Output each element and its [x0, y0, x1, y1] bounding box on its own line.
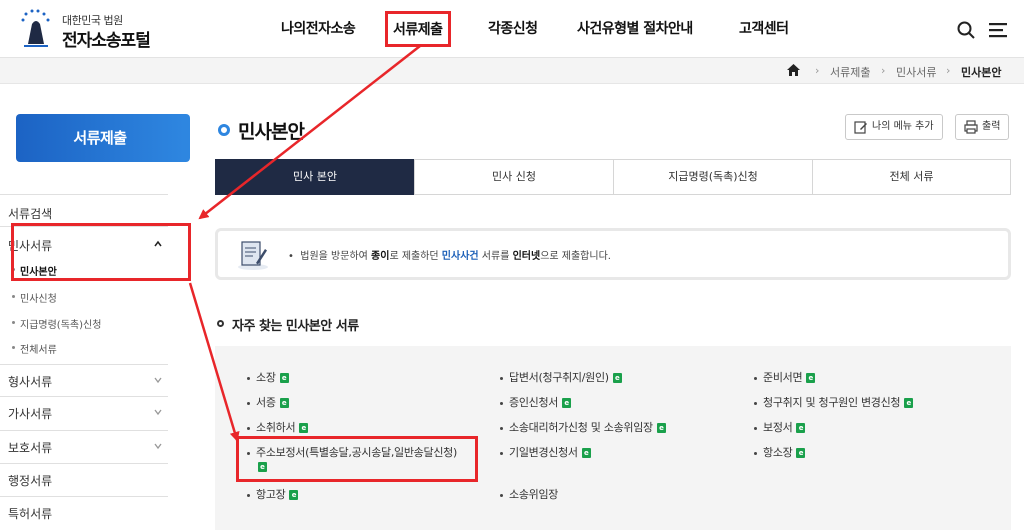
document-link[interactable]: 항고장 e	[247, 486, 299, 502]
document-link[interactable]: 소취하서 e	[247, 419, 309, 435]
tab-civil-application[interactable]: 민사 신청	[414, 159, 614, 195]
notice-box: • 법원을 방문하여 종이로 제출하던 민사사건 서류를 인터넷으로 제출합니다…	[215, 228, 1011, 280]
chevron-down-icon	[154, 409, 162, 416]
sidebar-subitem-civil-application[interactable]: 민사신청	[0, 289, 168, 311]
document-link[interactable]: 증인신청서 e	[500, 394, 572, 410]
e-document-icon: e	[289, 490, 299, 500]
breadcrumb-document-submission[interactable]: 서류제출	[830, 64, 870, 80]
sidebar-subitem-label: 전체서류	[20, 345, 57, 356]
sidebar-item-document-search[interactable]: 서류검색	[0, 194, 168, 226]
add-my-menu-button[interactable]: 나의 메뉴 추가	[845, 114, 943, 140]
e-document-icon: e	[279, 398, 289, 408]
sidebar-item-label: 행정서류	[8, 474, 53, 488]
sidebar-item-protection-documents[interactable]: 보호서류	[0, 430, 168, 458]
breadcrumb-separator: ›	[815, 64, 820, 77]
add-my-menu-label: 나의 메뉴 추가	[872, 121, 934, 132]
sidebar-item-label: 보호서류	[8, 441, 53, 455]
document-link[interactable]: 소송위임장	[500, 486, 558, 502]
document-link[interactable]: 기일변경신청서 e	[500, 444, 591, 460]
e-document-icon: e	[612, 373, 622, 383]
hamburger-menu-icon[interactable]	[989, 22, 1007, 38]
e-document-icon: e	[806, 373, 816, 383]
document-link[interactable]: 소장 e	[247, 369, 289, 385]
sidebar-item-label: 가사서류	[8, 407, 53, 421]
e-document-icon: e	[656, 423, 666, 433]
e-document-icon: e	[796, 448, 806, 458]
document-pen-icon	[238, 241, 268, 270]
sidebar-item-family-documents[interactable]: 가사서류	[0, 396, 168, 424]
section-title: 자주 찾는 민사본안 서류	[232, 319, 359, 334]
e-document-icon: e	[796, 423, 806, 433]
edit-icon	[854, 121, 867, 134]
tab-all-documents[interactable]: 전체 서류	[812, 159, 1011, 195]
print-label: 출력	[982, 121, 1001, 132]
breadcrumb-civil-documents[interactable]: 민사서류	[896, 64, 936, 80]
e-document-icon: e	[279, 373, 289, 383]
sidebar-subitem-payment-order[interactable]: 지급명령(독촉)신청	[0, 315, 168, 337]
page-title: 민사본안	[238, 121, 305, 143]
gnb-document-submission[interactable]: 서류제출	[385, 11, 451, 47]
print-button[interactable]: 출력	[955, 114, 1010, 140]
header: 대한민국 법원 전자소송포털 나의전자소송 서류제출 각종신청 사건유형별 절차…	[0, 0, 1024, 58]
court-emblem-icon	[21, 9, 50, 47]
sidebar-item-label: 형사서류	[8, 375, 53, 389]
chevron-down-icon	[154, 377, 162, 384]
gnb-customer-center[interactable]: 고객센터	[739, 18, 789, 38]
logo[interactable]: 대한민국 법원 전자소송포털	[18, 8, 168, 51]
gnb-applications[interactable]: 각종신청	[488, 18, 538, 38]
document-link[interactable]: 청구취지 및 청구원인 변경신청 e	[754, 394, 914, 410]
sidebar-item-criminal-documents[interactable]: 형사서류	[0, 364, 168, 392]
sidebar-item-administrative-documents[interactable]: 행정서류	[0, 463, 168, 491]
tab-civil-main[interactable]: 민사 본안	[215, 159, 415, 195]
highlight-box-address-correction	[236, 436, 478, 482]
logo-title: 전자소송포털	[62, 31, 151, 51]
document-link[interactable]: 소송대리허가신청 및 소송위임장 e	[500, 419, 666, 435]
section-title-bullet-icon	[217, 320, 224, 327]
e-document-icon: e	[299, 423, 309, 433]
sidebar-item-patent-documents[interactable]: 특허서류	[0, 496, 168, 526]
breadcrumb-separator: ›	[881, 64, 886, 77]
highlight-box-sidebar	[11, 223, 191, 281]
document-link[interactable]: 서증 e	[247, 394, 289, 410]
sidebar-title-tab	[182, 114, 190, 162]
sidebar-subitem-label: 지급명령(독촉)신청	[20, 320, 102, 331]
sidebar-item-label: 특허서류	[8, 507, 53, 521]
e-document-icon: e	[562, 398, 572, 408]
breadcrumb-separator: ›	[946, 64, 951, 77]
e-document-icon: e	[581, 448, 591, 458]
document-link[interactable]: 준비서면 e	[754, 369, 816, 385]
gnb-my-e-litigation[interactable]: 나의전자소송	[281, 18, 356, 38]
home-icon[interactable]	[787, 64, 800, 76]
notice-text: • 법원을 방문하여 종이로 제출하던 민사사건 서류를 인터넷으로 제출합니다…	[288, 251, 611, 262]
document-link[interactable]: 보정서 e	[754, 419, 806, 435]
sidebar-subitem-label: 민사신청	[20, 294, 57, 305]
print-icon	[964, 120, 978, 134]
document-link[interactable]: 답변서(청구취지/원인) e	[500, 369, 622, 385]
tab-payment-order[interactable]: 지급명령(독촉)신청	[613, 159, 813, 195]
e-document-icon: e	[904, 398, 914, 408]
chevron-down-icon	[154, 443, 162, 450]
document-link[interactable]: 항소장 e	[754, 444, 806, 460]
sidebar-item-label: 서류검색	[8, 207, 53, 221]
page-title-bullet-icon	[218, 124, 230, 136]
sidebar-subitem-all-documents[interactable]: 전체서류	[0, 340, 168, 362]
gnb-procedure-guide[interactable]: 사건유형별 절차안내	[577, 18, 693, 38]
breadcrumb-current: 민사본안	[961, 66, 1002, 79]
sidebar-title: 서류제출	[16, 114, 184, 162]
search-icon[interactable]	[957, 21, 975, 39]
document-tabs: 민사 본안 민사 신청 지급명령(독촉)신청 전체 서류	[215, 159, 1011, 195]
